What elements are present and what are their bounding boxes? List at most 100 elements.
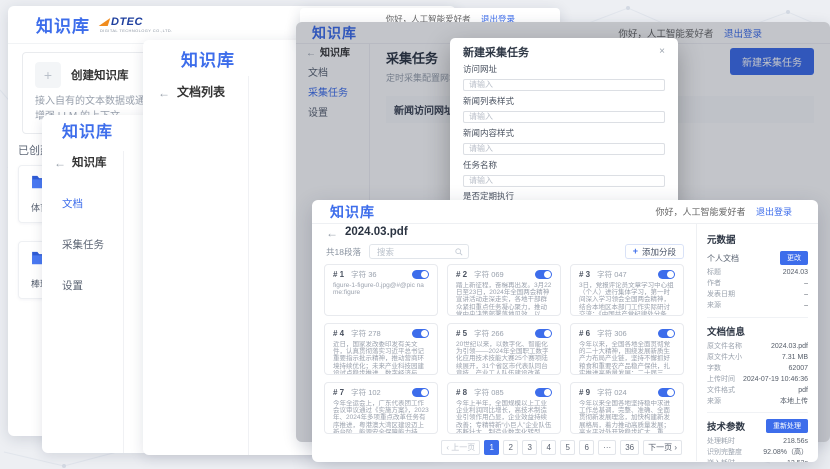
meta-value: 2024.03 [783, 269, 808, 278]
pagination-page[interactable]: 6 [579, 440, 594, 455]
chunk-enabled-toggle[interactable] [658, 270, 675, 279]
chunk-text: 3日，党报评论员文章学习中心组（个人）进行集体学习，第一时间深入学习领会全国两会… [579, 282, 675, 316]
pagination: ‹ 上一页 1 2 3 4 5 [324, 440, 684, 455]
meta-value: 2024.03.pdf [771, 343, 808, 352]
brand-title: 知识库 [330, 202, 375, 222]
search-box[interactable] [369, 244, 469, 259]
chunk-card[interactable]: # 5 字符 266 20世纪以来，以数字化、智能化为引领——2024年全国职工… [447, 323, 561, 375]
chunk-enabled-toggle[interactable] [412, 388, 429, 397]
meta-tech-fields: 处理耗时 218.56s 识别完整度 92.08%（高） 嵌入耗时 12.52s [707, 438, 808, 462]
meta-title: 元数据 [707, 232, 808, 246]
change-button[interactable]: 更改 [780, 251, 808, 265]
doc-title: 2024.03.pdf [345, 226, 408, 239]
chunk-index: # 5 [456, 329, 467, 338]
pagination-prev[interactable]: ‹ 上一页 [441, 440, 480, 455]
sidebar-divider [248, 76, 249, 455]
meta-row: 嵌入耗时 12.52s [707, 460, 808, 462]
meta-value: – [804, 302, 808, 311]
create-kb-title: 创建知识库 [71, 67, 129, 83]
chunk-index: # 8 [456, 388, 467, 397]
chunk-enabled-toggle[interactable] [412, 270, 429, 279]
back-arrow-icon[interactable]: ← [54, 157, 66, 169]
meta-label: 原文件名称 [707, 343, 742, 352]
chunk-card[interactable]: # 9 字符 024 今年以来全国各地坚持稳中求进工作总基调，完整、准确、全面贯… [570, 382, 684, 434]
chunk-enabled-toggle[interactable] [535, 388, 552, 397]
chunk-enabled-toggle[interactable] [658, 388, 675, 397]
meta-label: 嵌入耗时 [707, 460, 735, 462]
chunk-enabled-toggle[interactable] [535, 329, 552, 338]
chunk-enabled-toggle[interactable] [535, 270, 552, 279]
chunk-card[interactable]: # 4 字符 278 近日，国家发改委印发有关文件，认真贯彻落实习近平总书记重要… [324, 323, 438, 375]
field-label: 访问网址 [463, 65, 665, 74]
pagination-page[interactable]: 36 [620, 440, 639, 455]
pagination-next[interactable]: 下一页 › [643, 440, 682, 455]
chunk-card[interactable]: # 7 字符 102 今年全运会上，广东代表团工作会议审议通过《实施方案》，20… [324, 382, 438, 434]
pagination-page[interactable]: 2 [503, 440, 518, 455]
chunk-enabled-toggle[interactable] [658, 329, 675, 338]
back-arrow-icon[interactable]: ← [158, 87, 170, 99]
meta-label: 发表日期 [707, 291, 735, 300]
field-input[interactable] [463, 79, 665, 91]
meta-value: 7.31 MB [782, 354, 808, 363]
search-icon [455, 248, 463, 256]
meta-info-fields: 原文件名称 2024.03.pdf 原文件大小 7.31 MB 字数 62007 [707, 343, 808, 407]
add-segment-button[interactable]: + 添加分段 [625, 244, 684, 259]
pagination-page[interactable]: ··· [598, 440, 616, 455]
pagination-page[interactable]: 5 [560, 440, 575, 455]
meta-row: 处理耗时 218.56s [707, 438, 808, 447]
meta-value: – [804, 280, 808, 289]
chunk-text: 今年以来，全国各地全面贯彻党的二十大精神，围绕发展新质生产力布局产业链，坚持不懈… [579, 341, 675, 375]
chunk-card[interactable]: # 2 字符 069 踏上新征程，奋楫再出发。3月22日至23日，2024年全国… [447, 264, 561, 316]
plus-icon: + [35, 62, 61, 88]
chunk-index: # 9 [579, 388, 590, 397]
search-input[interactable] [375, 246, 455, 258]
chunk-text: 今年以来全国各地坚持稳中求进工作总基调，完整、准确、全面贯彻新发展理念，加快构建… [579, 400, 675, 434]
back-arrow-icon[interactable]: ← [326, 227, 338, 239]
form-field: 新闻列表样式 [463, 97, 665, 124]
chunk-enabled-toggle[interactable] [412, 329, 429, 338]
meta-row: 识别完整度 92.08%（高） [707, 449, 808, 458]
chunk-grid: # 1 字符 36 figure-1-figure-0.jpg@#@pic na… [324, 264, 684, 434]
meta-label: 文件格式 [707, 387, 735, 396]
divider [707, 317, 808, 318]
greeting-text: 你好，人工智能爱好者 [655, 207, 745, 217]
chunk-card[interactable]: # 6 字符 306 今年以来，全国各地全面贯彻党的二十大精神，围绕发展新质生产… [570, 323, 684, 375]
chunk-index: # 2 [456, 270, 467, 279]
chunk-index: # 3 [579, 270, 590, 279]
meta-row: 标题 2024.03 [707, 269, 808, 278]
meta-label: 作者 [707, 280, 721, 289]
meta-row: 原文件名称 2024.03.pdf [707, 343, 808, 352]
chunk-card[interactable]: # 1 字符 36 figure-1-figure-0.jpg@#@pic na… [324, 264, 438, 316]
chunk-card[interactable]: # 3 字符 047 3日，党报评论员文章学习中心组（个人）进行集体学习，第一时… [570, 264, 684, 316]
meta-row: 原文件大小 7.31 MB [707, 354, 808, 363]
field-input[interactable] [463, 175, 665, 187]
chunk-card[interactable]: # 8 字符 085 今年上半年，全国规模以上工业企业利润同比增长，高技术制造业… [447, 382, 561, 434]
close-icon[interactable]: × [659, 47, 665, 57]
chunk-charcount: 字符 306 [597, 328, 627, 339]
chunk-text: 20世纪以来，以数字化、智能化为引领——2024年全国职工数字化应用技术技能大赛… [456, 341, 552, 375]
meta-row: 作者 – [707, 280, 808, 289]
chunk-text: 近日，国家发改委印发有关文件，认真贯彻落实习近平总书记重要指示批示精神，推动营商… [333, 341, 429, 375]
logout-link[interactable]: 退出登录 [756, 207, 792, 217]
chunk-index: # 1 [333, 270, 344, 279]
pagination-page[interactable]: 3 [522, 440, 537, 455]
screenshot-stage: 知识库 DTEC DIGITAL TECHNOLOGY CO.,LTD. + 创… [0, 0, 830, 469]
chunk-charcount: 字符 047 [597, 269, 627, 280]
meta-row: 发表日期 – [707, 291, 808, 300]
chunk-count: 共18段落 [326, 246, 361, 258]
chunk-charcount: 字符 278 [351, 328, 381, 339]
dtec-logo: DTEC DIGITAL TECHNOLOGY CO.,LTD. [100, 17, 173, 33]
logo-mark-icon [99, 18, 111, 26]
meta-label: 标题 [707, 269, 721, 278]
field-input[interactable] [463, 111, 665, 123]
chunk-index: # 7 [333, 388, 344, 397]
meta-label: 处理耗时 [707, 438, 735, 447]
field-input[interactable] [463, 143, 665, 155]
sidebar-divider [123, 151, 124, 453]
chunk-charcount: 字符 36 [351, 269, 376, 280]
reprocess-button[interactable]: 重新处理 [766, 419, 808, 433]
meta-value: 12.52s [787, 460, 808, 462]
pagination-page[interactable]: 4 [541, 440, 556, 455]
meta-label: 原文件大小 [707, 354, 742, 363]
pagination-page[interactable]: 1 [484, 440, 499, 455]
